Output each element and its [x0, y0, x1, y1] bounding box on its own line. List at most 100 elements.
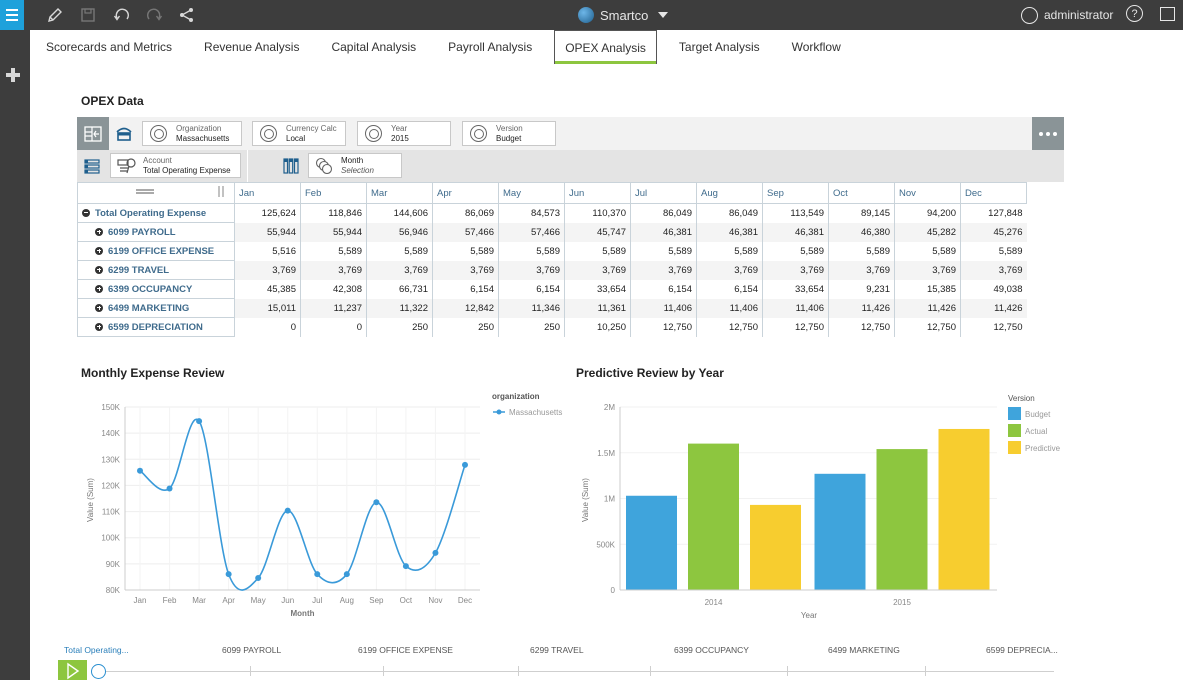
timeline-label[interactable]: 6199 OFFICE EXPENSE: [358, 645, 453, 655]
filter-ring-icon: [470, 125, 487, 142]
filter-bar: Organization Massachusetts Currency Calc L…: [77, 117, 1064, 150]
legend-swatch-predictive: [1008, 441, 1021, 454]
menu-icon-bar: [6, 14, 18, 16]
timeline-label[interactable]: Total Operating...: [64, 645, 129, 655]
user-menu[interactable]: administrator: [1021, 5, 1113, 25]
play-icon: [67, 662, 80, 680]
tab-workflow[interactable]: Workflow: [782, 30, 851, 64]
month-header[interactable]: Sep: [762, 182, 829, 204]
filter-version[interactable]: Version Budget: [462, 121, 556, 146]
y-tick-label: 130K: [101, 455, 120, 464]
more-options-button[interactable]: [1032, 117, 1064, 150]
month-header[interactable]: Jun: [564, 182, 631, 204]
row-header[interactable]: 6499 MARKETING: [77, 298, 235, 318]
expand-icon[interactable]: [95, 227, 103, 236]
table-cell: 11,237: [300, 298, 367, 318]
table-cell: 5,589: [828, 241, 895, 261]
play-button[interactable]: [58, 660, 87, 680]
expand-icon[interactable]: [95, 265, 103, 274]
tab-target-analysis[interactable]: Target Analysis: [669, 30, 770, 64]
redo-icon[interactable]: [145, 6, 163, 24]
y-axis-label: Value (Sum): [86, 478, 95, 522]
expand-icon[interactable]: [95, 246, 103, 255]
month-header[interactable]: Apr: [432, 182, 499, 204]
row-header[interactable]: 6199 OFFICE EXPENSE: [77, 241, 235, 261]
filter-currency-calc[interactable]: Currency Calc Local: [252, 121, 346, 146]
fullscreen-icon[interactable]: [1160, 7, 1175, 21]
table-cell: 10,250: [564, 317, 631, 337]
row-header-corner[interactable]: [77, 182, 235, 204]
help-icon[interactable]: ?: [1126, 5, 1143, 22]
table-row: 6299 TRAVEL 3,769 3,769 3,769 3,769 3,769 3,76…: [77, 260, 1027, 280]
expand-icon[interactable]: [95, 303, 103, 312]
timeline-label[interactable]: 6399 OCCUPANCY: [674, 645, 749, 655]
pencil-icon[interactable]: [46, 6, 64, 24]
share-icon[interactable]: [178, 6, 196, 24]
x-tick-label: Jul: [312, 596, 322, 605]
filter-year[interactable]: Year 2015: [357, 121, 451, 146]
tab-capital-analysis[interactable]: Capital Analysis: [321, 30, 426, 64]
bar-budget-2014: [626, 495, 677, 590]
month-header[interactable]: Oct: [828, 182, 895, 204]
undo-icon[interactable]: [113, 6, 131, 24]
month-header[interactable]: Dec: [960, 182, 1027, 204]
table-row: Total Operating Expense 125,624 118,846 144…: [77, 203, 1027, 223]
month-header[interactable]: Nov: [894, 182, 961, 204]
columns-icon[interactable]: [283, 158, 299, 174]
table-cell: 250: [432, 317, 499, 337]
row-header[interactable]: Total Operating Expense: [77, 203, 235, 223]
table-cell: 5,589: [498, 241, 565, 261]
drag-handle-icon[interactable]: [82, 183, 230, 200]
timeline-label[interactable]: 6299 TRAVEL: [530, 645, 584, 655]
legend-label: Budget: [1025, 410, 1051, 419]
timeline-label[interactable]: 6499 MARKETING: [828, 645, 900, 655]
rows-icon[interactable]: [84, 159, 100, 174]
collapse-icon[interactable]: [82, 208, 90, 217]
card-view-icon[interactable]: [115, 125, 133, 142]
row-label: 6199 OFFICE EXPENSE: [108, 245, 215, 257]
table-cell: 12,750: [960, 317, 1027, 337]
save-icon[interactable]: [79, 6, 97, 24]
rows-dimension-account[interactable]: Account Total Operating Expense: [110, 153, 241, 178]
month-header[interactable]: Mar: [366, 182, 433, 204]
dimension-bar: Account Total Operating Expense Month Sele…: [77, 150, 1064, 182]
month-header[interactable]: Jan: [234, 182, 301, 204]
table-cell: 5,589: [564, 241, 631, 261]
table-cell: 12,750: [762, 317, 829, 337]
tab-revenue-analysis[interactable]: Revenue Analysis: [194, 30, 309, 64]
month-header[interactable]: May: [498, 182, 565, 204]
tab-payroll-analysis[interactable]: Payroll Analysis: [438, 30, 542, 64]
table-cell: 0: [234, 317, 301, 337]
data-point: [166, 485, 173, 492]
tab-scorecards-and-metrics[interactable]: Scorecards and Metrics: [36, 30, 182, 64]
row-header[interactable]: 6299 TRAVEL: [77, 260, 235, 280]
data-point: [373, 499, 380, 506]
month-header[interactable]: Feb: [300, 182, 367, 204]
timeline-label[interactable]: 6099 PAYROLL: [222, 645, 281, 655]
expand-icon[interactable]: [95, 322, 103, 331]
table-cell: 45,747: [564, 222, 631, 242]
table-cell: 5,589: [630, 241, 697, 261]
filter-organization[interactable]: Organization Massachusetts: [142, 121, 242, 146]
timeline-slider-handle[interactable]: [91, 664, 106, 679]
row-header[interactable]: 6099 PAYROLL: [77, 222, 235, 242]
row-header[interactable]: 6399 OCCUPANCY: [77, 279, 235, 299]
table-cell: 12,842: [432, 298, 499, 318]
row-header[interactable]: 6599 DEPRECIATION: [77, 317, 235, 337]
y-tick-label: 150K: [101, 403, 120, 412]
tab-opex-analysis[interactable]: OPEX Analysis: [554, 30, 657, 64]
table-cell: 46,381: [696, 222, 763, 242]
globe-icon: [578, 7, 594, 23]
timeline-track[interactable]: [106, 671, 1054, 672]
menu-button[interactable]: [0, 0, 24, 30]
dot: [1046, 131, 1050, 136]
columns-dimension-month[interactable]: Month Selection: [308, 153, 402, 178]
tenant-selector[interactable]: Smartco: [578, 5, 669, 25]
timeline-label[interactable]: 6599 DEPRECIA...: [986, 645, 1058, 655]
month-header[interactable]: Aug: [696, 182, 763, 204]
plus-icon[interactable]: [6, 68, 20, 82]
month-header[interactable]: Jul: [630, 182, 697, 204]
expand-icon[interactable]: [95, 284, 103, 293]
table-cell: 5,589: [432, 241, 499, 261]
grid-toggle-button[interactable]: [77, 117, 109, 150]
